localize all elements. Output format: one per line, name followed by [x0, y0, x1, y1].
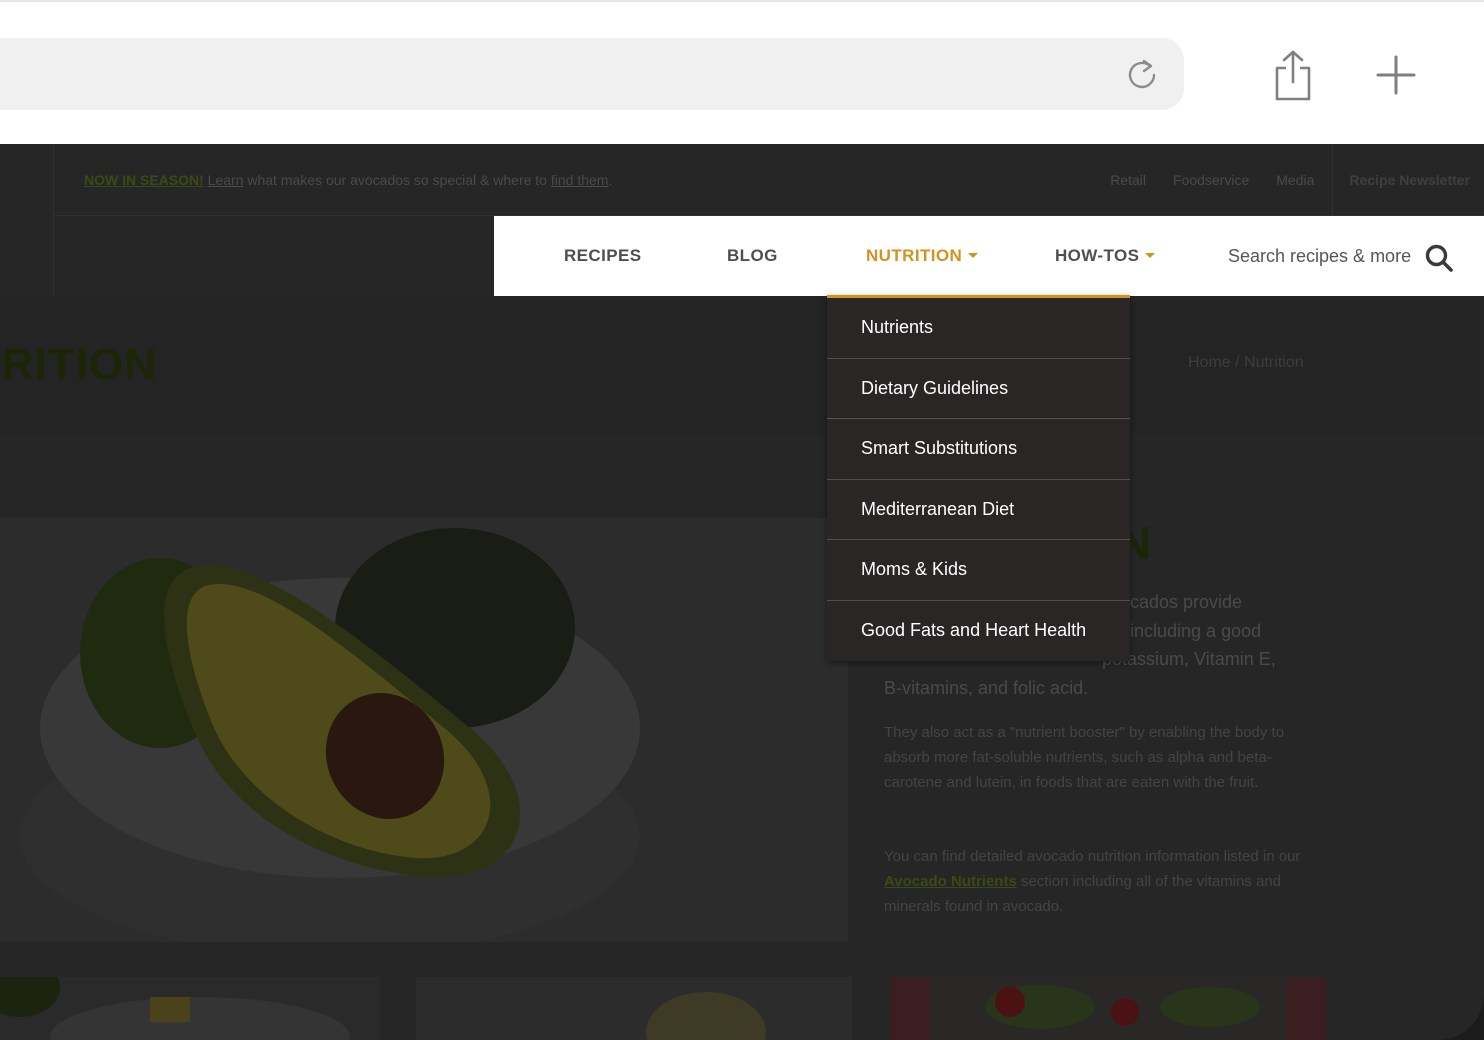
main-nav: RECIPES BLOG NUTRITION HOW-TOS Search re… [494, 216, 1484, 296]
utility-bar: NOW IN SEASON! Learn what makes our avoc… [54, 144, 1484, 216]
article-card-image[interactable] [890, 977, 1326, 1040]
search-icon[interactable] [1424, 243, 1454, 273]
season-period: . [608, 172, 613, 188]
para2-text-before: You can find detailed avocado nutrition … [884, 848, 1301, 865]
utility-links: Retail Foodservice Media Recipe Newslett… [1083, 144, 1484, 216]
content-paragraph-1: They also act as a "nutrient booster" by… [884, 724, 1285, 791]
learn-link[interactable]: Learn [208, 172, 244, 188]
reload-icon[interactable] [1120, 52, 1164, 96]
browser-toolbar [0, 0, 1484, 144]
nav-nutrition[interactable]: NUTRITION [866, 246, 979, 266]
nutrition-dropdown-menu: Nutrients Dietary Guidelines Smart Subst… [827, 295, 1130, 661]
chevron-down-icon [968, 253, 979, 258]
menu-item-smart-substitutions[interactable]: Smart Substitutions [827, 419, 1130, 480]
web-page: NOW IN SEASON! Learn what makes our avoc… [0, 144, 1484, 1040]
recipe-newsletter-link[interactable]: Recipe Newsletter [1332, 144, 1484, 216]
media-link[interactable]: Media [1276, 172, 1314, 188]
nav-howtos-label: HOW-TOS [1055, 246, 1140, 265]
avocado-nutrients-link[interactable]: Avocado Nutrients [884, 873, 1017, 890]
article-card-image[interactable] [0, 977, 380, 1040]
nav-blog[interactable]: BLOG [727, 246, 778, 266]
breadcrumb-home-link[interactable]: Home / [1188, 354, 1240, 371]
menu-item-mediterranean-diet[interactable]: Mediterranean Diet [827, 480, 1130, 540]
season-text: what makes our avocados so special & whe… [243, 172, 551, 188]
breadcrumb-current: Nutrition [1244, 354, 1304, 371]
hero-avocado-image [0, 518, 848, 942]
menu-item-nutrients[interactable]: Nutrients [827, 298, 1130, 359]
article-card-image[interactable] [416, 977, 852, 1040]
season-notice: NOW IN SEASON! Learn what makes our avoc… [84, 172, 612, 188]
avocado-illustration [0, 518, 848, 942]
menu-item-dietary-guidelines[interactable]: Dietary Guidelines [827, 359, 1130, 419]
season-highlight-link[interactable]: NOW IN SEASON! [84, 172, 204, 188]
page-title: TRITION [0, 340, 157, 389]
menu-item-moms-kids[interactable]: Moms & Kids [827, 540, 1130, 601]
retail-link[interactable]: Retail [1110, 172, 1146, 188]
nav-howtos[interactable]: HOW-TOS [1055, 246, 1156, 266]
nav-recipes[interactable]: RECIPES [564, 246, 641, 266]
share-icon[interactable] [1268, 48, 1318, 102]
address-bar[interactable] [0, 38, 1184, 110]
new-tab-icon[interactable] [1372, 51, 1420, 99]
thumb-image-2 [416, 977, 852, 1040]
thumb-image-1 [0, 977, 380, 1040]
content-paragraph-2: You can find detailed avocado nutrition … [884, 844, 1304, 919]
chevron-down-icon [1145, 253, 1156, 258]
thumb-image-3 [890, 977, 1326, 1040]
logo-rail [0, 144, 54, 296]
menu-item-good-fats-heart-health[interactable]: Good Fats and Heart Health [827, 601, 1130, 662]
nav-nutrition-label: NUTRITION [866, 246, 963, 265]
foodservice-link[interactable]: Foodservice [1173, 172, 1249, 188]
breadcrumb: Home / Nutrition [1188, 354, 1304, 372]
search-input[interactable]: Search recipes & more [1228, 246, 1411, 267]
find-them-link[interactable]: find them [551, 172, 609, 188]
lead-line-4: B-vitamins, and folic acid. [884, 677, 1089, 698]
